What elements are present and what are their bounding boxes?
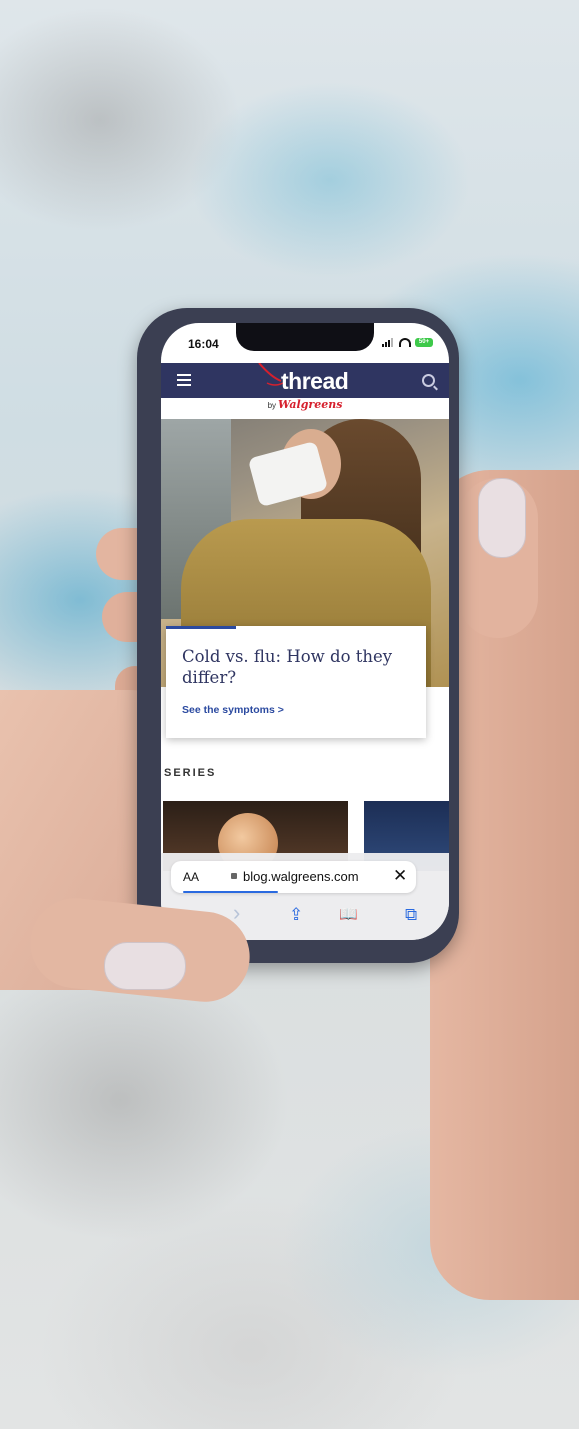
walgreens-logo: Walgreens	[278, 398, 343, 411]
status-time: 16:04	[188, 337, 219, 351]
wifi-icon	[399, 338, 411, 347]
search-icon[interactable]	[422, 374, 435, 387]
site-logo[interactable]: thread	[281, 368, 349, 395]
bookmarks-icon[interactable]: 📖	[339, 905, 358, 923]
see-symptoms-link[interactable]: See the symptoms >	[182, 704, 284, 716]
url-text[interactable]: blog.walgreens.com	[243, 869, 359, 884]
sub-brand: by Walgreens	[161, 398, 449, 418]
load-progress	[183, 891, 278, 893]
signal-icon	[382, 338, 395, 347]
share-icon[interactable]: ⇪	[289, 905, 303, 925]
left-thumbnail-nail	[104, 942, 186, 990]
close-icon[interactable]: ✕	[393, 866, 407, 886]
notch	[236, 323, 374, 351]
status-bar: 16:04 50+	[161, 323, 449, 363]
site-header: thread	[161, 363, 449, 398]
right-fingernail	[478, 478, 526, 558]
text-size-button[interactable]: AA	[183, 870, 199, 884]
phone-screen: 16:04 50+ thread by Walgreens Cold vs. fl…	[161, 323, 449, 940]
sub-brand-by: by	[267, 401, 277, 410]
series-heading: SERIES	[164, 767, 217, 779]
article-card[interactable]: Cold vs. flu: How do they differ? See th…	[166, 626, 426, 738]
battery-icon: 50+	[415, 338, 433, 347]
hamburger-menu-icon[interactable]	[177, 374, 191, 386]
status-icons: 50+	[382, 338, 433, 347]
card-accent-bar	[166, 626, 236, 629]
article-title[interactable]: Cold vs. flu: How do they differ?	[182, 646, 412, 688]
address-bar[interactable]: AA blog.walgreens.com ✕	[171, 861, 416, 893]
lock-icon	[231, 873, 237, 879]
tabs-icon[interactable]: ⧉	[405, 905, 417, 925]
